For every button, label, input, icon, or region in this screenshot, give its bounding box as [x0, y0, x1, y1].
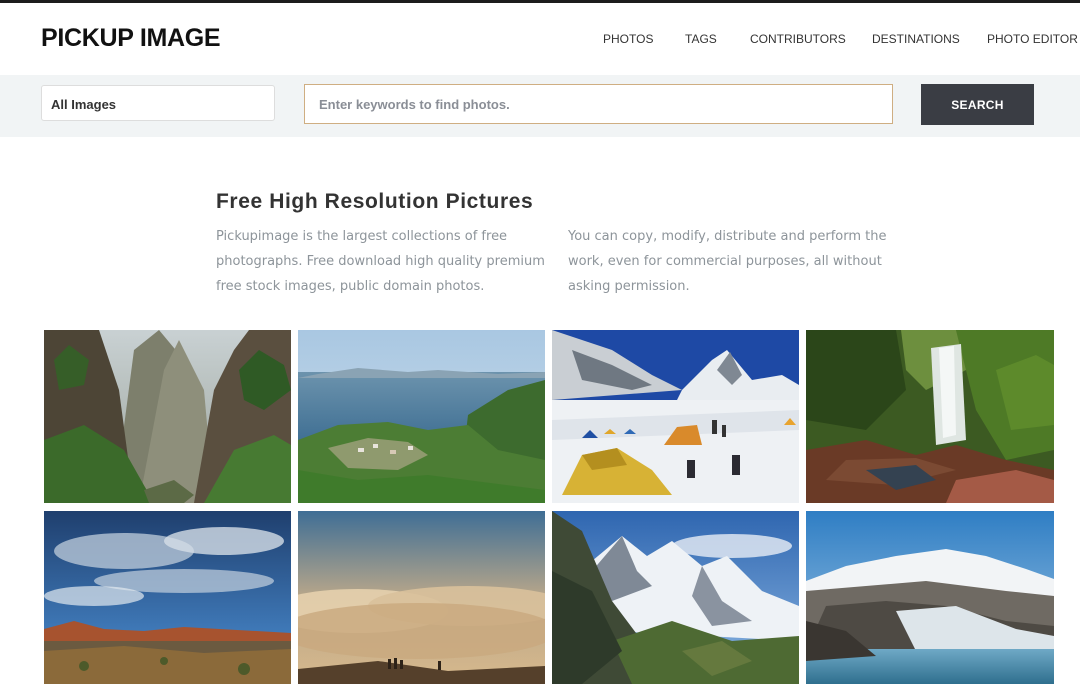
photo-thumbnail-snow-camp[interactable] — [552, 330, 799, 503]
photo-thumbnail-glacier-lake[interactable] — [806, 511, 1054, 684]
photo-gallery — [0, 0, 1080, 686]
page: PICKUP IMAGE PHOTOS TAGS CONTRIBUTORS DE… — [0, 0, 1080, 686]
photo-thumbnail-coastal-bay[interactable] — [298, 330, 545, 503]
photo-thumbnail-sea-of-clouds[interactable] — [298, 511, 545, 684]
photo-thumbnail-mountain-cliffs[interactable] — [44, 330, 291, 503]
photo-thumbnail-forest-waterfall[interactable] — [806, 330, 1054, 503]
photo-thumbnail-dramatic-sky[interactable] — [44, 511, 291, 684]
photo-thumbnail-alpine-peaks[interactable] — [552, 511, 799, 684]
